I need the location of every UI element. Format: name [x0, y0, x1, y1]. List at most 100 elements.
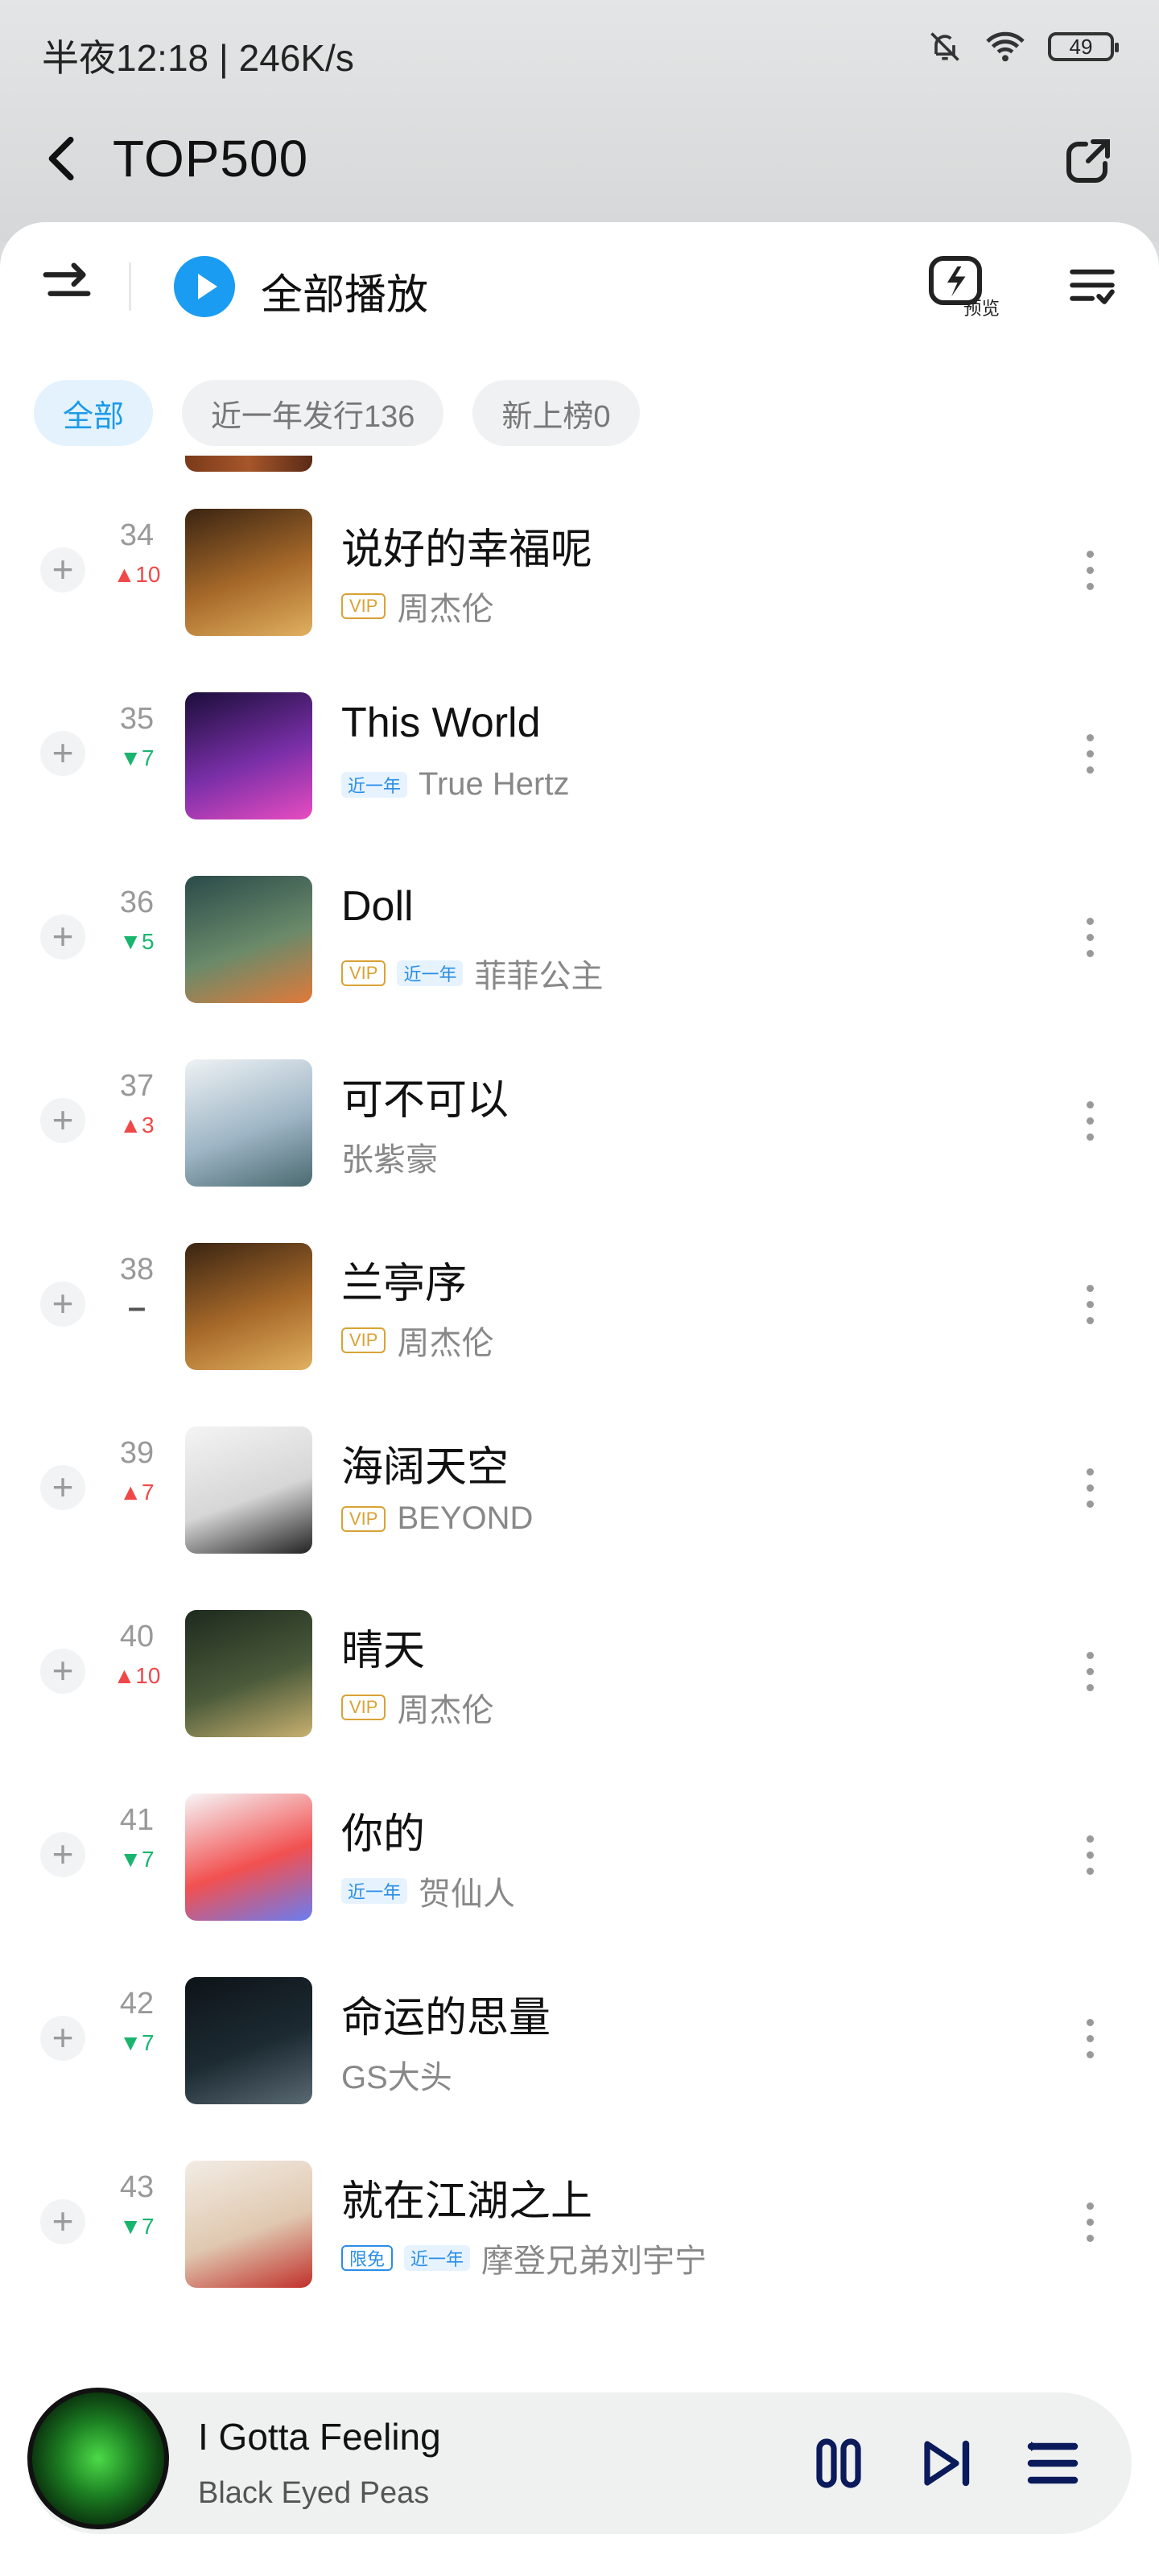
- recent-year-badge: 近一年: [341, 1878, 408, 1904]
- song-row[interactable]: 36 ▼5 Doll VIP 近一年 菲菲公主: [0, 850, 1159, 1034]
- status-icons: 49: [927, 29, 1119, 64]
- play-all-button[interactable]: [174, 256, 235, 317]
- free-badge: 限免: [341, 2245, 394, 2271]
- playlist-queue-icon[interactable]: [1024, 2434, 1082, 2492]
- album-cover[interactable]: [185, 692, 312, 819]
- more-options-icon[interactable]: [1085, 1835, 1095, 1884]
- rank-trend: ▲10: [113, 562, 161, 587]
- toolbar-divider: [129, 262, 131, 311]
- album-cover[interactable]: [185, 1243, 312, 1370]
- rank-number: 36: [119, 886, 155, 919]
- batch-manage-icon[interactable]: [1066, 261, 1119, 314]
- more-options-icon[interactable]: [1085, 2202, 1095, 2251]
- album-cover[interactable]: [185, 1610, 312, 1737]
- preview-icon[interactable]: 预览: [927, 254, 1000, 319]
- more-options-icon[interactable]: [1085, 1468, 1095, 1517]
- song-title: 兰亭序: [341, 1261, 468, 1307]
- song-row[interactable]: 40 ▲10 晴天 VIP 周杰伦: [0, 1584, 1159, 1768]
- song-meta: 限免 近一年 摩登兄弟刘宇宁: [341, 2235, 707, 2281]
- song-title: 海阔天空: [341, 1444, 509, 1491]
- artist-name: BEYOND: [397, 1501, 534, 1536]
- nav-bar: TOP500: [0, 121, 1159, 201]
- play-all-label[interactable]: 全部播放: [261, 261, 428, 321]
- song-row[interactable]: 37 ▲3 可不可以 张紫豪: [0, 1034, 1159, 1217]
- song-title: This World: [341, 700, 541, 746]
- add-to-playlist-icon[interactable]: [40, 2199, 85, 2244]
- partial-cover-above: [185, 456, 312, 472]
- add-to-playlist-icon[interactable]: [40, 914, 85, 960]
- artist-name: 张紫豪: [341, 1142, 438, 1178]
- mini-player[interactable]: I Gotta Feeling Black Eyed Peas: [27, 2388, 1132, 2534]
- add-to-playlist-icon[interactable]: [40, 731, 85, 776]
- rank-number: 35: [119, 702, 155, 736]
- recent-year-badge: 近一年: [397, 960, 464, 986]
- add-to-playlist-icon[interactable]: [40, 1465, 85, 1510]
- more-options-icon[interactable]: [1085, 2019, 1095, 2067]
- song-row[interactable]: 35 ▼7 This World 近一年 True Hertz: [0, 667, 1159, 850]
- rank-number: 41: [119, 1803, 155, 1837]
- now-playing-artist: Black Eyed Peas: [198, 2476, 430, 2510]
- song-meta: 近一年 贺仙人: [341, 1868, 515, 1914]
- song-title: 你的: [341, 1811, 426, 1858]
- rank-number: 43: [119, 2170, 155, 2204]
- album-cover[interactable]: [185, 1794, 312, 1921]
- song-row[interactable]: 42 ▼7 命运的思量 GS大头: [0, 1951, 1159, 2135]
- rank-number: 39: [119, 1436, 155, 1470]
- album-cover[interactable]: [185, 509, 312, 636]
- album-cover[interactable]: [185, 1977, 312, 2104]
- album-cover[interactable]: [185, 2161, 312, 2288]
- chip-recent-year[interactable]: 近一年发行136: [182, 380, 444, 446]
- album-cover[interactable]: [185, 876, 312, 1003]
- more-options-icon[interactable]: [1085, 734, 1095, 782]
- rank-trend: ▲10: [113, 1663, 161, 1688]
- chip-new-entries[interactable]: 新上榜0: [472, 380, 640, 446]
- add-to-playlist-icon[interactable]: [40, 1282, 85, 1327]
- more-options-icon[interactable]: [1085, 1101, 1095, 1150]
- song-row[interactable]: 43 ▼7 就在江湖之上 限免近一年 摩登兄弟刘宇宁: [0, 2135, 1159, 2318]
- wifi-icon: [986, 31, 1025, 62]
- vip-badge: VIP: [341, 960, 386, 986]
- artist-name: 周杰伦: [397, 592, 494, 627]
- vip-badge: VIP: [341, 1327, 386, 1353]
- album-cover[interactable]: [185, 1426, 312, 1554]
- pause-icon[interactable]: [810, 2434, 868, 2492]
- more-options-icon[interactable]: [1085, 918, 1095, 966]
- chip-all[interactable]: 全部: [34, 380, 154, 446]
- rank-number: 37: [119, 1069, 155, 1103]
- song-row[interactable]: 41 ▼7 你的 近一年 贺仙人: [0, 1768, 1159, 1951]
- add-to-playlist-icon[interactable]: [40, 1832, 85, 1877]
- play-order-icon[interactable]: [39, 256, 95, 312]
- vip-badge: VIP: [341, 1505, 386, 1532]
- rank-number: 42: [119, 1987, 155, 2021]
- now-playing-cover[interactable]: [27, 2388, 169, 2529]
- rank-trend: ▼7: [119, 2214, 155, 2239]
- recent-year-badge: 近一年: [404, 2245, 471, 2271]
- preview-label: 预览: [963, 299, 1000, 319]
- song-title: 命运的思量: [341, 1995, 551, 2041]
- artist-name: True Hertz: [419, 766, 570, 802]
- song-row[interactable]: 39 ▲7 海阔天空 VIP BEYOND: [0, 1401, 1159, 1584]
- song-meta: VIP 近一年 菲菲公主: [341, 950, 603, 997]
- share-icon[interactable]: [1059, 132, 1117, 190]
- rank-number: 40: [119, 1620, 155, 1653]
- more-options-icon[interactable]: [1085, 1285, 1095, 1333]
- rank-trend: ▲7: [119, 1480, 155, 1505]
- add-to-playlist-icon[interactable]: [40, 1098, 85, 1143]
- song-meta: 张紫豪: [341, 1133, 438, 1180]
- song-row[interactable]: 38 – 兰亭序 VIP 周杰伦: [0, 1217, 1159, 1401]
- album-cover[interactable]: [185, 1059, 312, 1187]
- more-options-icon[interactable]: [1085, 1652, 1095, 1700]
- more-options-icon[interactable]: [1085, 551, 1095, 599]
- song-row[interactable]: 34 ▲10 说好的幸福呢 VIP 周杰伦: [0, 483, 1159, 667]
- song-meta: VIP 周杰伦: [341, 583, 493, 630]
- add-to-playlist-icon[interactable]: [40, 547, 85, 592]
- artist-name: 菲菲公主: [474, 959, 604, 994]
- add-to-playlist-icon[interactable]: [40, 1649, 85, 1694]
- rank-trend: ▼5: [119, 929, 155, 954]
- filter-chips: 全部 近一年发行136 新上榜0: [34, 380, 640, 446]
- mute-bell-icon: [930, 32, 959, 61]
- back-arrow-icon[interactable]: [35, 130, 92, 187]
- next-track-icon[interactable]: [918, 2434, 975, 2492]
- rank-trend: ▼7: [119, 745, 155, 770]
- add-to-playlist-icon[interactable]: [40, 2016, 85, 2061]
